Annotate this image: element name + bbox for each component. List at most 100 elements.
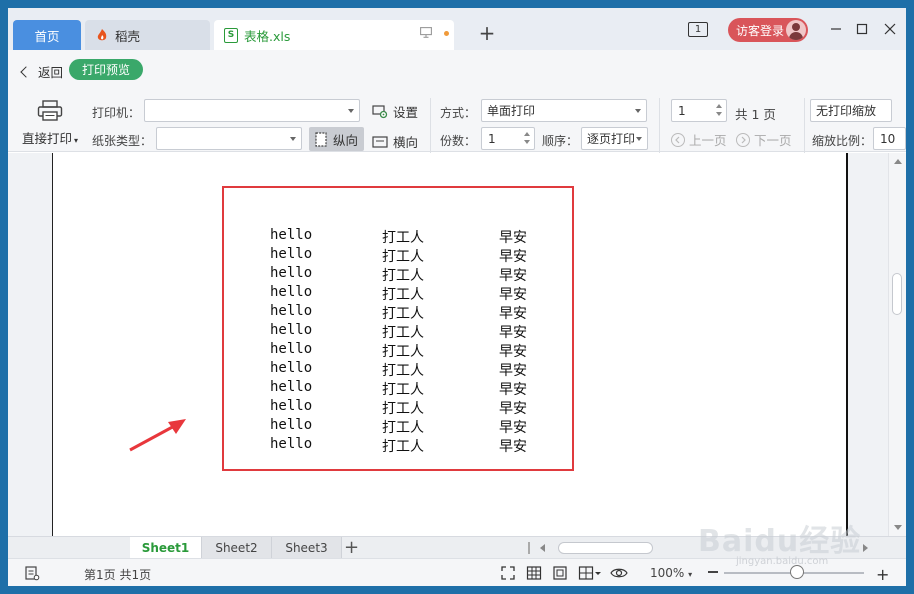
zoom-out-button[interactable] xyxy=(708,571,718,573)
eye-protection-icon[interactable] xyxy=(610,565,628,581)
baidu-watermark: Baidu经验 xyxy=(698,524,862,559)
back-button[interactable]: 返回 xyxy=(20,62,63,81)
chevron-down-icon xyxy=(290,137,296,141)
sheet-tab-3[interactable]: Sheet3 xyxy=(272,537,342,558)
sheet-cell: 打工人 xyxy=(382,249,424,265)
copies-value: 1 xyxy=(488,131,496,146)
sheet-cell: hello xyxy=(270,303,313,319)
sheet-cell: 早安 xyxy=(499,363,527,379)
monitor-icon[interactable] xyxy=(420,26,432,38)
settings-button[interactable]: 设置 xyxy=(372,102,418,121)
sheet-cell: 打工人 xyxy=(382,306,424,322)
printer-label: 打印机： xyxy=(92,106,141,120)
normal-view-icon[interactable] xyxy=(526,565,542,581)
copies-label: 份数： xyxy=(440,134,477,148)
zoom-level[interactable]: 100% ▾ xyxy=(650,566,692,580)
direct-print-button[interactable]: 直接打印 ▾ xyxy=(20,100,80,147)
page-total: 共 1 页 xyxy=(735,107,776,122)
guest-login-button[interactable]: 访客登录 xyxy=(728,18,808,42)
scroll-up-arrow-icon[interactable] xyxy=(894,159,902,164)
sheet-cell: hello xyxy=(270,322,313,338)
sheet-cell: 早安 xyxy=(499,287,527,303)
add-sheet-button[interactable]: + xyxy=(344,537,359,558)
print-order-value: 逐页打印 xyxy=(587,132,636,146)
printer-select[interactable] xyxy=(144,99,360,122)
prev-page-button[interactable]: 上一页 xyxy=(671,130,727,149)
print-preview-mode-badge: 打印预览 xyxy=(69,59,143,80)
print-order-select[interactable]: 逐页打印 xyxy=(581,127,648,150)
page-number-stepper[interactable]: 1 xyxy=(671,99,727,122)
chevron-down-icon xyxy=(635,109,641,113)
sheet-cell: 打工人 xyxy=(382,268,424,284)
portrait-button[interactable]: 纵向 xyxy=(309,127,365,151)
document-status-icon[interactable] xyxy=(24,565,40,581)
avatar xyxy=(786,20,806,40)
page-settings-icon xyxy=(372,104,388,118)
fullscreen-icon[interactable] xyxy=(500,565,516,581)
zoom-in-button[interactable]: + xyxy=(876,565,889,584)
next-page-button[interactable]: 下一页 xyxy=(736,130,792,149)
page-layout-icon[interactable] xyxy=(552,565,568,581)
sheet-cell: 打工人 xyxy=(382,420,424,436)
print-method-label: 方式： xyxy=(440,106,477,120)
zoom-slider-knob[interactable] xyxy=(790,565,804,579)
tab-daoke[interactable]: 稻壳 xyxy=(85,20,210,50)
print-method-select[interactable]: 单面打印 xyxy=(481,99,647,122)
paper-type-select[interactable] xyxy=(156,127,302,150)
print-scaling-select[interactable]: 无打印缩放 xyxy=(810,99,892,122)
portrait-label: 纵向 xyxy=(333,132,359,148)
sheet-tab-2[interactable]: Sheet2 xyxy=(202,537,272,558)
sheet-row: hello 打工人 早安 xyxy=(270,398,570,417)
portrait-page-icon xyxy=(315,131,327,147)
sheet-cell: hello xyxy=(270,379,313,395)
arrow-left-circle-icon xyxy=(671,132,685,147)
scroll-down-arrow-icon[interactable] xyxy=(894,525,902,530)
chevron-left-icon xyxy=(20,65,32,78)
horizontal-scroll-thumb[interactable] xyxy=(558,542,653,554)
sheet-row: hello 打工人 早安 xyxy=(270,303,570,322)
scale-ratio-input[interactable]: 10 xyxy=(873,127,906,150)
vertical-scroll-thumb[interactable] xyxy=(892,273,902,315)
vertical-scrollbar[interactable] xyxy=(888,153,906,536)
sheet-row: hello 打工人 早安 xyxy=(270,265,570,284)
sheet-tab-1[interactable]: Sheet1 xyxy=(130,537,202,558)
sheet-cell: 打工人 xyxy=(382,439,424,455)
scroll-right-arrow-icon[interactable] xyxy=(863,544,868,552)
sheet-cell: 打工人 xyxy=(382,325,424,341)
stepper-arrows-icon[interactable] xyxy=(523,130,531,148)
sheet-cell: 早安 xyxy=(499,420,527,436)
sheet-cell: 打工人 xyxy=(382,382,424,398)
sheet-cell: hello xyxy=(270,265,313,281)
sheet-cell: 早安 xyxy=(499,325,527,341)
toolbar-divider xyxy=(804,98,805,154)
toolbar-divider xyxy=(430,98,431,154)
scale-ratio-value: 10 xyxy=(880,131,896,146)
baidu-watermark-url: jingyan.baidu.com xyxy=(736,556,829,567)
stepper-arrows-icon[interactable] xyxy=(715,102,723,120)
paper-type-label: 纸张类型： xyxy=(92,134,153,148)
prev-page-label: 上一页 xyxy=(689,133,727,148)
sheet-row: hello 打工人 早安 xyxy=(270,360,570,379)
tab-home[interactable]: 首页 xyxy=(13,20,81,50)
add-tab-button[interactable]: + xyxy=(476,21,498,45)
sheet-cell: 早安 xyxy=(499,382,527,398)
splitter-grip-icon[interactable] xyxy=(528,542,530,554)
sheet-cell: 打工人 xyxy=(382,401,424,417)
window-count-indicator[interactable]: 1 xyxy=(688,22,708,37)
minimize-button[interactable] xyxy=(827,20,845,38)
toolbar-divider xyxy=(659,98,660,154)
print-order-label: 顺序： xyxy=(542,134,579,148)
sheet-cell: 打工人 xyxy=(382,287,424,303)
sheet-cell: hello xyxy=(270,284,313,300)
sheet-row: hello 打工人 早安 xyxy=(270,322,570,341)
maximize-button[interactable] xyxy=(853,20,871,38)
close-button[interactable] xyxy=(881,20,899,38)
tab-file[interactable]: S 表格.xls xyxy=(214,20,454,50)
landscape-button[interactable]: 横向 xyxy=(372,132,418,151)
sheet-cell: 早安 xyxy=(499,306,527,322)
copies-stepper[interactable]: 1 xyxy=(481,127,535,150)
scroll-left-arrow-icon[interactable] xyxy=(540,544,545,552)
sheet-cell: 早安 xyxy=(499,401,527,417)
page-break-preview-icon[interactable] xyxy=(578,565,602,581)
spreadsheet-file-icon: S xyxy=(224,27,238,43)
